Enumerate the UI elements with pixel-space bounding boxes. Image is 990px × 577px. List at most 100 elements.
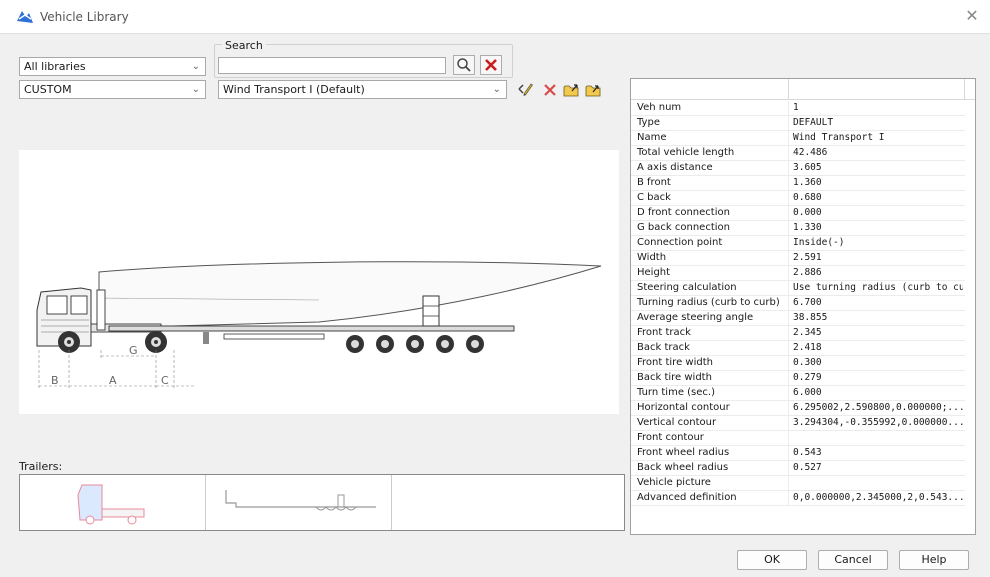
property-value[interactable]: 0.000 <box>793 206 963 220</box>
property-value[interactable]: 0.279 <box>793 371 963 385</box>
property-row[interactable]: Turning radius (curb to curb) 6.700 <box>631 296 965 311</box>
vehicle-drawing: B A G C <box>19 150 619 414</box>
vehicle-select[interactable]: Wind Transport I (Default) ⌄ <box>218 80 507 99</box>
trailer-preview-icon <box>225 490 376 511</box>
property-value[interactable]: Wind Transport I <box>793 131 963 145</box>
edit-vehicle-button[interactable] <box>515 80 535 100</box>
red-x-icon <box>485 59 497 71</box>
ok-button[interactable]: OK <box>737 550 807 570</box>
property-value[interactable]: 38.855 <box>793 311 963 325</box>
vehicle-side-view: B A G C <box>36 261 602 390</box>
property-value[interactable]: 42.486 <box>793 146 963 160</box>
search-input[interactable] <box>218 57 446 74</box>
property-value[interactable]: 0.543 <box>793 446 963 460</box>
property-value[interactable]: 0.680 <box>793 191 963 205</box>
export-button[interactable] <box>584 80 604 100</box>
property-row[interactable]: Back wheel radius 0.527 <box>631 461 965 476</box>
trailers-label: Trailers: <box>19 460 63 473</box>
trailer-item-lowbed[interactable] <box>206 475 392 530</box>
property-row[interactable]: Name Wind Transport I <box>631 131 965 146</box>
property-value[interactable]: 2.591 <box>793 251 963 265</box>
category-value: CUSTOM <box>24 83 72 96</box>
magnifier-icon <box>457 58 471 72</box>
property-key: Advanced definition <box>637 492 737 503</box>
property-key: C back <box>637 192 671 203</box>
property-row[interactable]: Front track 2.345 <box>631 326 965 341</box>
clear-search-button[interactable] <box>480 55 502 75</box>
property-row[interactable]: Width 2.591 <box>631 251 965 266</box>
library-filter-select[interactable]: All libraries ⌄ <box>19 57 206 76</box>
property-value[interactable]: 6.700 <box>793 296 963 310</box>
property-row[interactable]: A axis distance 3.605 <box>631 161 965 176</box>
property-value[interactable]: 1.360 <box>793 176 963 190</box>
property-key: Connection point <box>637 237 723 248</box>
property-key: Front tire width <box>637 357 713 368</box>
drive-wheel <box>145 331 167 353</box>
property-value[interactable]: 0.527 <box>793 461 963 475</box>
dimension-label-b: B <box>51 374 59 387</box>
help-button[interactable]: Help <box>899 550 969 570</box>
property-value[interactable]: 2.418 <box>793 341 963 355</box>
property-key: Front contour <box>637 432 704 443</box>
property-row[interactable]: Connection point Inside(-) <box>631 236 965 251</box>
property-row[interactable]: Advanced definition 0,0.000000,2.345000,2… <box>631 491 965 506</box>
trailer-item-empty[interactable] <box>392 475 578 530</box>
property-row[interactable]: Front wheel radius 0.543 <box>631 446 965 461</box>
property-key: Vertical contour <box>637 417 717 428</box>
property-value[interactable]: DEFAULT <box>793 116 963 130</box>
property-row[interactable]: Type DEFAULT <box>631 116 965 131</box>
property-row[interactable]: D front connection 0.000 <box>631 206 965 221</box>
property-value[interactable]: Inside(-) <box>793 236 963 250</box>
delete-x-icon <box>544 84 556 96</box>
property-row[interactable]: Vehicle picture <box>631 476 965 491</box>
property-value[interactable]: 2.345 <box>793 326 963 340</box>
property-value[interactable]: 2.886 <box>793 266 963 280</box>
property-key: Average steering angle <box>637 312 754 323</box>
property-value[interactable]: 0.300 <box>793 356 963 370</box>
vehicle-library-app-icon <box>17 11 33 23</box>
property-row[interactable]: Front tire width 0.300 <box>631 356 965 371</box>
vehicle-properties-grid[interactable]: Veh num 1 Type DEFAULT Name Wind Transport IT… <box>630 78 976 535</box>
trailer-item-tractor[interactable] <box>20 475 206 530</box>
window-title: Vehicle Library <box>40 10 129 24</box>
property-row[interactable]: Vertical contour 3.294304,-0.355992,0.000… <box>631 416 965 431</box>
property-row[interactable]: Height 2.886 <box>631 266 965 281</box>
search-button[interactable] <box>453 55 475 75</box>
property-value[interactable]: 0,0.000000,2.345000,2,0.543... <box>793 491 963 505</box>
property-value[interactable]: 1 <box>793 101 963 115</box>
property-row[interactable]: Average steering angle 38.855 <box>631 311 965 326</box>
property-value[interactable]: 6.000 <box>793 386 963 400</box>
close-icon[interactable]: ✕ <box>962 6 982 26</box>
property-row[interactable]: C back 0.680 <box>631 191 965 206</box>
chevron-down-icon: ⌄ <box>191 84 200 95</box>
property-value[interactable]: 3.605 <box>793 161 963 175</box>
property-value[interactable]: 6.295002,2.590800,0.000000;... <box>793 401 963 415</box>
property-row[interactable]: Back track 2.418 <box>631 341 965 356</box>
dimension-label-g: G <box>129 344 138 357</box>
folder-import-icon <box>563 84 579 97</box>
property-value[interactable]: 3.294304,-0.355992,0.000000... <box>793 416 963 430</box>
property-key: Back track <box>637 342 690 353</box>
cancel-button[interactable]: Cancel <box>818 550 888 570</box>
property-key: Name <box>637 132 667 143</box>
edit-pencil-icon <box>518 83 533 96</box>
trailer-wheels <box>346 335 484 353</box>
property-row[interactable]: Back tire width 0.279 <box>631 371 965 386</box>
delete-vehicle-button[interactable] <box>540 80 560 100</box>
property-row[interactable]: B front 1.360 <box>631 176 965 191</box>
property-row[interactable]: Horizontal contour 6.295002,2.590800,0.00… <box>631 401 965 416</box>
property-row[interactable]: Veh num 1 <box>631 101 965 116</box>
property-row[interactable]: Steering calculation Use turning radius (… <box>631 281 965 296</box>
property-key: Turning radius (curb to curb) <box>637 297 780 308</box>
property-value[interactable]: 1.330 <box>793 221 963 235</box>
property-row[interactable]: G back connection 1.330 <box>631 221 965 236</box>
import-button[interactable] <box>562 80 582 100</box>
category-select[interactable]: CUSTOM ⌄ <box>19 80 206 99</box>
property-row[interactable]: Turn time (sec.) 6.000 <box>631 386 965 401</box>
property-key: A axis distance <box>637 162 713 173</box>
property-key: Vehicle picture <box>637 477 711 488</box>
property-row[interactable]: Front contour <box>631 431 965 446</box>
trailers-list <box>19 474 625 531</box>
property-value[interactable]: Use turning radius (curb to curb) <box>793 281 963 295</box>
property-row[interactable]: Total vehicle length 42.486 <box>631 146 965 161</box>
